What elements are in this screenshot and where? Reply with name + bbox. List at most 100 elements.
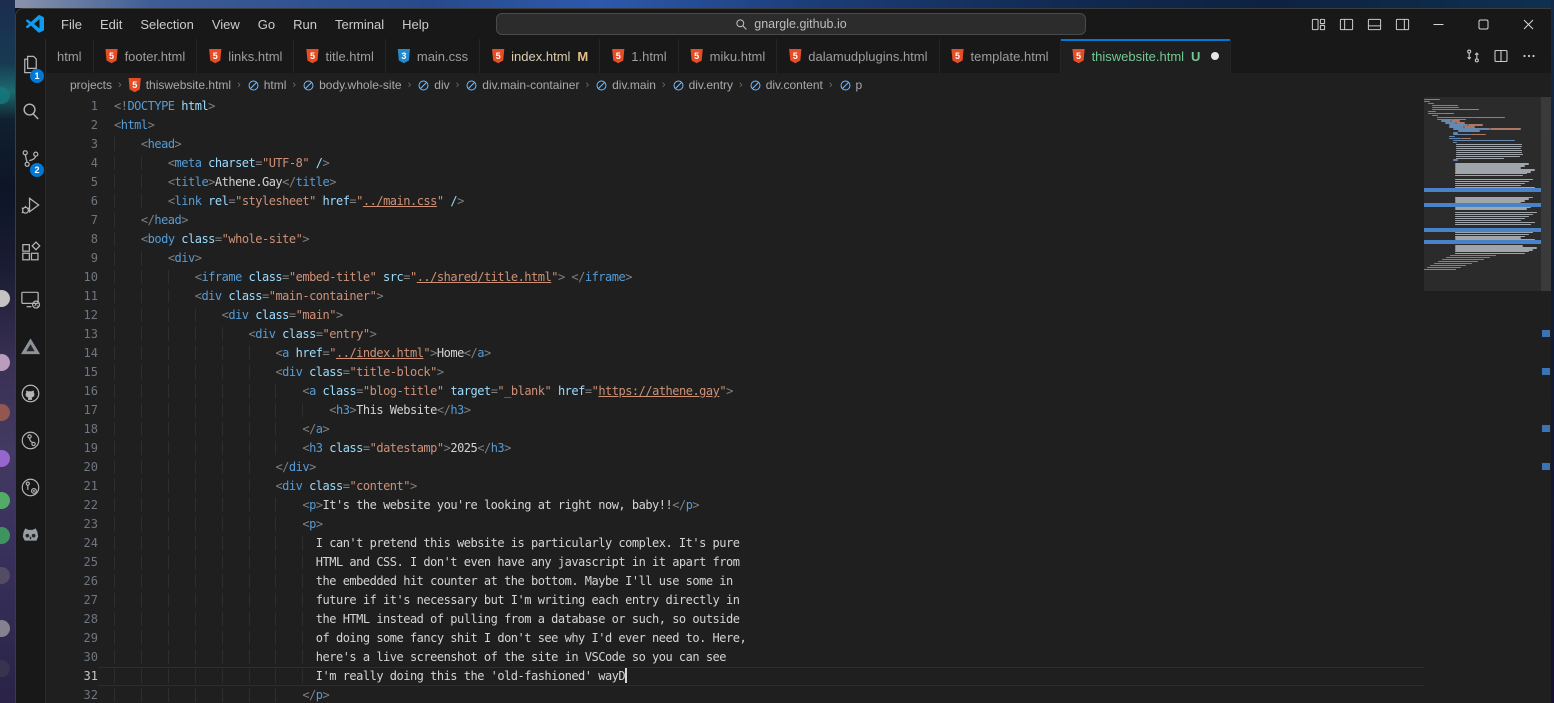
split-editor-icon[interactable] [1489,44,1513,68]
code-line-content[interactable]: <p>It's the website you're looking at ri… [98,496,1424,515]
menu-terminal[interactable]: Terminal [326,14,393,35]
code-line-25[interactable]: 25 HTML and CSS. I don't even have any j… [46,553,1424,572]
code-line-22[interactable]: 22 <p>It's the website you're looking at… [46,496,1424,515]
code-line-31[interactable]: 31 I'm really doing this the 'old-fashio… [46,667,1424,686]
line-number[interactable]: 28 [46,610,98,629]
breadcrumb-item-body.whole-site[interactable]: body.whole-site [302,78,402,92]
code-line-24[interactable]: 24 I can't pretend this website is parti… [46,534,1424,553]
close-button[interactable] [1506,9,1551,39]
code-line-content[interactable]: <iframe class="embed-title" src="../shar… [98,268,1424,287]
breadcrumb-item-p[interactable]: p [839,78,863,92]
code-editor[interactable]: 1<!DOCTYPE html>2<html>3 <head>4 <meta c… [46,97,1551,703]
line-number[interactable]: 22 [46,496,98,515]
minimap[interactable] [1424,97,1541,703]
line-number[interactable]: 8 [46,230,98,249]
activity-run-debug-icon[interactable] [16,182,45,229]
breadcrumb-item-thiswebsite.html[interactable]: 5thiswebsite.html [128,78,231,93]
command-center-search[interactable]: gnargle.github.io [496,13,1086,35]
menu-edit[interactable]: Edit [91,14,131,35]
line-number[interactable]: 1 [46,97,98,116]
tab-main.css[interactable]: 3main.css [386,39,480,73]
code-line-32[interactable]: 32 </p> [46,686,1424,703]
line-number[interactable]: 16 [46,382,98,401]
breadcrumb-item-div.content[interactable]: div.content [749,78,823,92]
code-line-20[interactable]: 20 </div> [46,458,1424,477]
line-number[interactable]: 14 [46,344,98,363]
code-line-content[interactable]: </div> [98,458,1424,477]
code-line-23[interactable]: 23 <p> [46,515,1424,534]
code-line-17[interactable]: 17 <h3>This Website</h3> [46,401,1424,420]
code-line-19[interactable]: 19 <h3 class="datestamp">2025</h3> [46,439,1424,458]
code-line-15[interactable]: 15 <div class="title-block"> [46,363,1424,382]
tab-links.html[interactable]: 5links.html [197,39,294,73]
code-line-content[interactable]: </p> [98,686,1424,703]
menu-go[interactable]: Go [249,14,284,35]
tab-html[interactable]: html [46,39,94,73]
line-number[interactable]: 15 [46,363,98,382]
tab-1.html[interactable]: 51.html [600,39,678,73]
code-line-content[interactable]: future if it's necessary but I'm writing… [98,591,1424,610]
activity-search-icon[interactable] [16,88,45,135]
maximize-button[interactable] [1461,9,1506,39]
line-number[interactable]: 5 [46,173,98,192]
code-line-content[interactable]: <h3 class="datestamp">2025</h3> [98,439,1424,458]
code-line-2[interactable]: 2<html> [46,116,1424,135]
activity-git-graph-icon[interactable] [16,464,45,511]
line-number[interactable]: 4 [46,154,98,173]
breadcrumb-item-projects[interactable]: projects [70,78,112,92]
code-area[interactable]: 1<!DOCTYPE html>2<html>3 <head>4 <meta c… [46,97,1424,703]
breadcrumb-item-html[interactable]: html [247,78,287,92]
line-number[interactable]: 20 [46,458,98,477]
code-line-content[interactable]: I can't pretend this website is particul… [98,534,1424,553]
line-number[interactable]: 11 [46,287,98,306]
activity-godot-icon[interactable] [16,511,45,558]
line-number[interactable]: 21 [46,477,98,496]
code-line-16[interactable]: 16 <a class="blog-title" target="_blank"… [46,382,1424,401]
line-number[interactable]: 17 [46,401,98,420]
line-number[interactable]: 13 [46,325,98,344]
more-actions-icon[interactable] [1517,44,1541,68]
line-number[interactable]: 19 [46,439,98,458]
code-line-content[interactable]: <link rel="stylesheet" href="../main.css… [98,192,1424,211]
tab-index.html[interactable]: 5index.htmlM [480,39,600,73]
toggle-secondary-sidebar-icon[interactable] [1388,11,1416,37]
menu-selection[interactable]: Selection [131,14,202,35]
code-line-content[interactable]: <title>Athene.Gay</title> [98,173,1424,192]
code-line-content[interactable]: I'm really doing this the 'old-fashioned… [98,667,1424,686]
code-line-content[interactable]: of doing some fancy shit I don't see why… [98,629,1424,648]
line-number[interactable]: 32 [46,686,98,703]
menu-file[interactable]: File [52,14,91,35]
tab-template.html[interactable]: 5template.html [940,39,1061,73]
code-line-content[interactable]: </a> [98,420,1424,439]
code-line-content[interactable]: </head> [98,211,1424,230]
activity-gitlens-icon[interactable] [16,417,45,464]
tab-title.html[interactable]: 5title.html [294,39,385,73]
code-line-content[interactable]: HTML and CSS. I don't even have any java… [98,553,1424,572]
tab-dalamudplugins.html[interactable]: 5dalamudplugins.html [777,39,939,73]
menu-help[interactable]: Help [393,14,438,35]
code-line-30[interactable]: 30 here's a live screenshot of the site … [46,648,1424,667]
tab-footer.html[interactable]: 5footer.html [94,39,198,73]
code-line-27[interactable]: 27 future if it's necessary but I'm writ… [46,591,1424,610]
activity-triangle-extension-icon[interactable] [16,323,45,370]
line-number[interactable]: 26 [46,572,98,591]
line-number[interactable]: 3 [46,135,98,154]
breadcrumb-item-div.main-container[interactable]: div.main-container [465,78,579,92]
line-number[interactable]: 2 [46,116,98,135]
code-line-content[interactable]: <meta charset="UTF-8" /> [98,154,1424,173]
line-number[interactable]: 23 [46,515,98,534]
line-number[interactable]: 7 [46,211,98,230]
activity-extensions-icon[interactable] [16,229,45,276]
line-number[interactable]: 25 [46,553,98,572]
unsaved-dot-icon[interactable] [1211,52,1219,60]
code-line-10[interactable]: 10 <iframe class="embed-title" src="../s… [46,268,1424,287]
code-line-content[interactable]: <body class="whole-site"> [98,230,1424,249]
code-line-content[interactable]: <h3>This Website</h3> [98,401,1424,420]
code-line-content[interactable]: <div> [98,249,1424,268]
line-number[interactable]: 24 [46,534,98,553]
code-line-content[interactable]: <div class="entry"> [98,325,1424,344]
breadcrumb-item-div[interactable]: div [417,78,449,92]
code-line-content[interactable]: <div class="main"> [98,306,1424,325]
line-number[interactable]: 18 [46,420,98,439]
code-line-content[interactable]: <head> [98,135,1424,154]
